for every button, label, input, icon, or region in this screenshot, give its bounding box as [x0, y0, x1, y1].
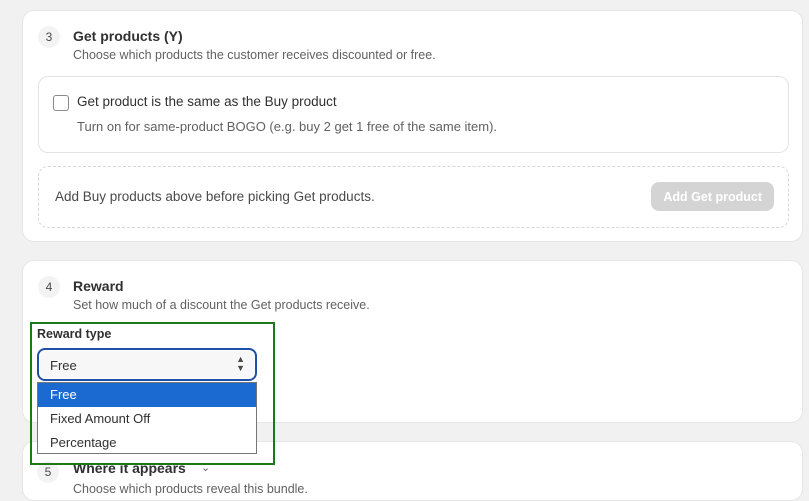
reward-option-free[interactable]: Free: [38, 383, 256, 407]
step-number-5: 5: [37, 461, 59, 483]
reward-type-label: Reward type: [37, 327, 112, 341]
get-products-card: 3 Get products (Y) Choose which products…: [22, 10, 803, 242]
reward-subtitle: Set how much of a discount the Get produ…: [73, 298, 370, 312]
reward-type-value: Free: [50, 358, 77, 373]
same-product-label[interactable]: Get product is the same as the Buy produ…: [77, 94, 337, 109]
add-get-product-button[interactable]: Add Get product: [651, 182, 774, 211]
reward-option-percentage[interactable]: Percentage: [38, 431, 256, 455]
picker-message: Add Buy products above before picking Ge…: [55, 189, 375, 204]
get-products-picker: Add Buy products above before picking Ge…: [38, 166, 789, 228]
same-product-checkbox[interactable]: [53, 95, 69, 111]
same-product-option: Get product is the same as the Buy produ…: [38, 76, 789, 153]
get-products-subtitle: Choose which products the customer recei…: [73, 48, 436, 62]
chevron-up-down-icon: ▲ ▼: [236, 354, 245, 373]
step-number-3: 3: [38, 26, 60, 48]
step-number-4: 4: [38, 276, 60, 298]
get-products-title: Get products (Y): [73, 28, 183, 44]
reward-option-fixed-amount-off[interactable]: Fixed Amount Off: [38, 407, 256, 431]
chevron-down-icon[interactable]: ⌄: [201, 461, 210, 474]
reward-type-select[interactable]: Free ▲ ▼: [37, 348, 257, 381]
reward-type-dropdown: Free Fixed Amount Off Percentage: [37, 382, 257, 454]
where-it-appears-subtitle: Choose which products reveal this bundle…: [73, 482, 308, 496]
where-it-appears-title[interactable]: Where it appears: [73, 460, 186, 476]
same-product-help: Turn on for same-product BOGO (e.g. buy …: [77, 119, 498, 134]
reward-title: Reward: [73, 278, 124, 294]
